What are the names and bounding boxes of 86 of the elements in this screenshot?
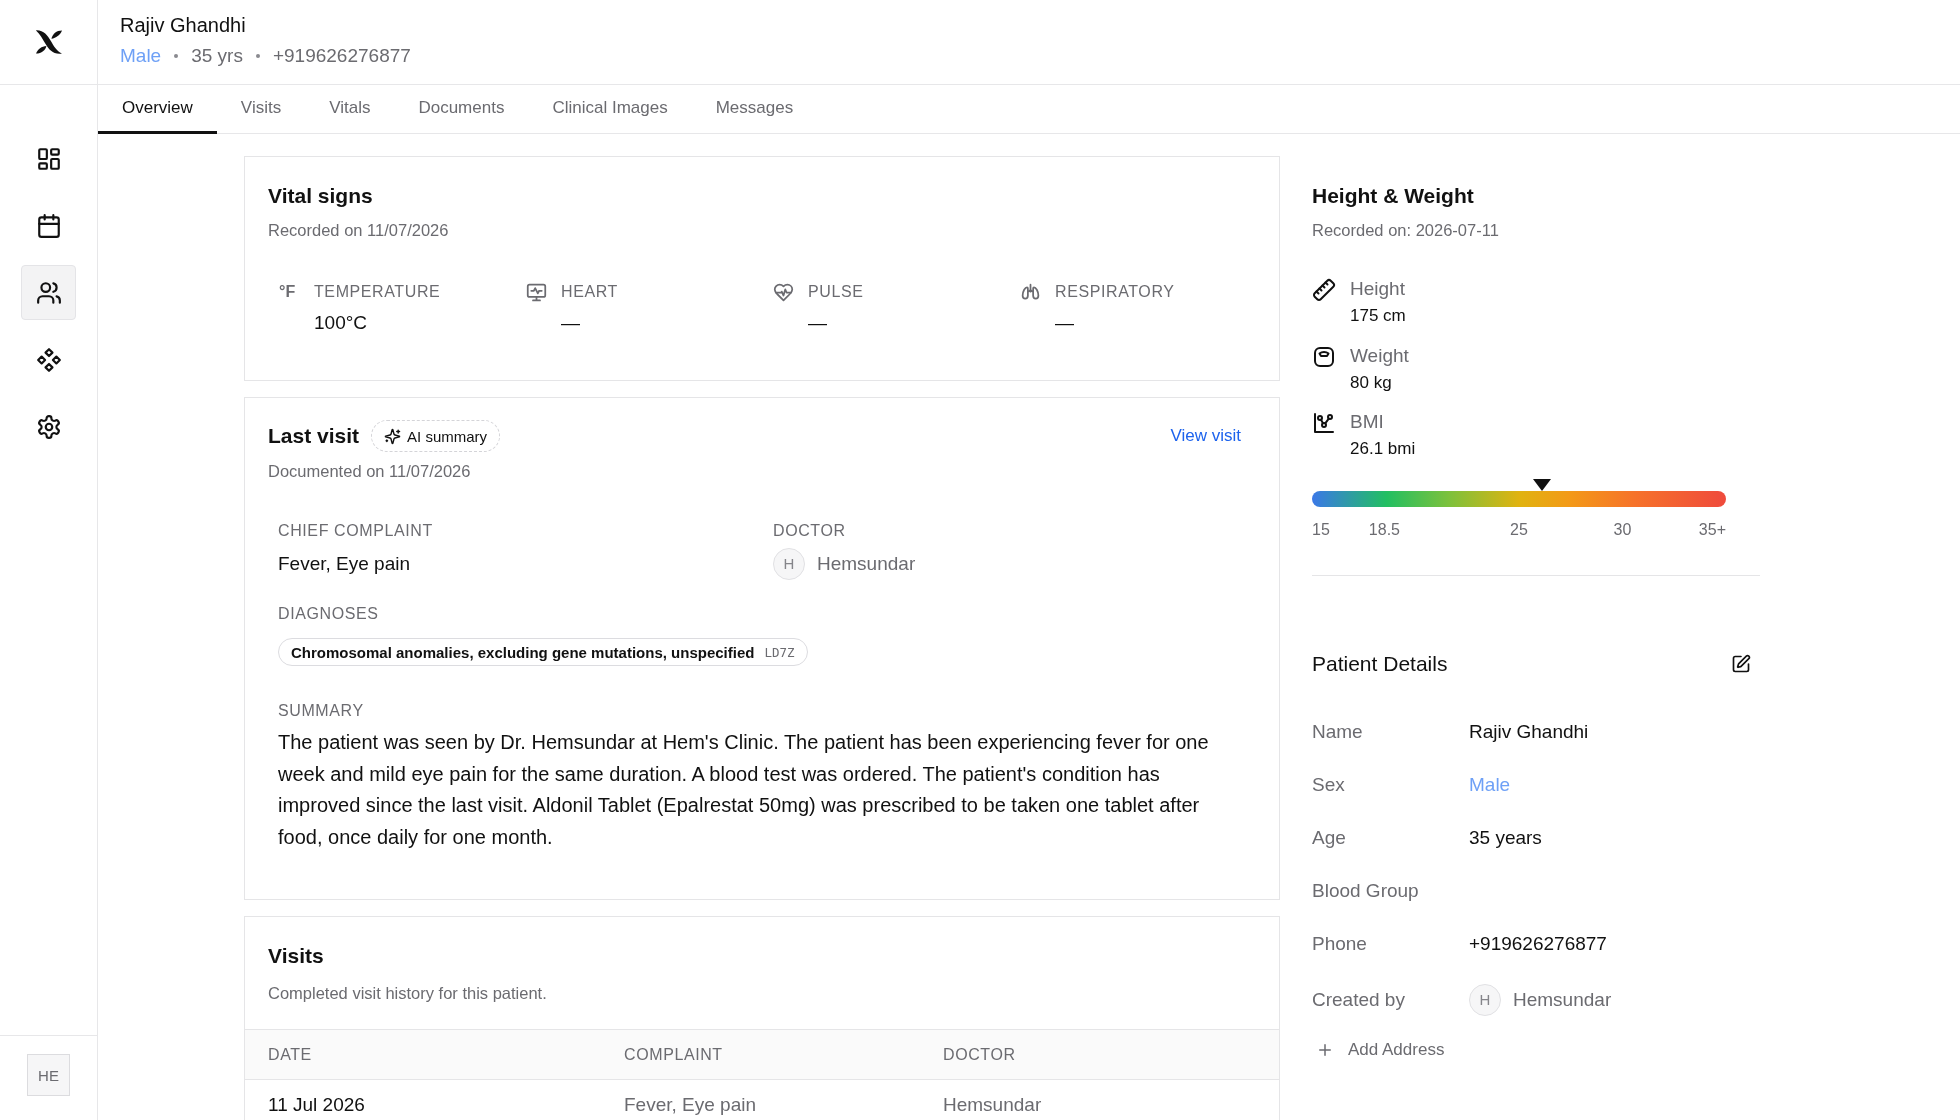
vital-label: PULSE <box>808 282 864 302</box>
field-label: Sex <box>1312 773 1345 797</box>
vital-label: HEART <box>561 282 618 302</box>
tab[interactable]: Clinical Images <box>528 85 692 134</box>
column-header: COMPLAINT <box>624 1044 723 1065</box>
ai-summary-button[interactable]: AI summary <box>371 420 501 452</box>
recorded-date: Recorded on: 2026-07-11 <box>1312 220 1500 241</box>
field-value: Rajiv Ghandhi <box>1469 720 1589 744</box>
measurement-value: 80 kg <box>1350 371 1392 394</box>
field-label: CHIEF COMPLAINT <box>278 521 434 541</box>
tab[interactable]: Vitals <box>305 85 395 134</box>
documented-date: Documented on 11/07/2026 <box>268 461 472 482</box>
field-label: DOCTOR <box>773 521 847 541</box>
separator-dot-icon <box>255 54 260 58</box>
field-label: Created by <box>1312 988 1405 1012</box>
field-label: Name <box>1312 720 1363 744</box>
avatar: H <box>1469 984 1501 1016</box>
scale-tick-label: 25 <box>1510 520 1528 540</box>
edit-icon <box>1731 654 1751 674</box>
scale-tick-label: 15 <box>1312 520 1330 540</box>
measurement-value: 175 cm <box>1350 305 1406 327</box>
person-name: Hemsundar <box>1513 988 1612 1012</box>
diagnosis-code: LD7Z <box>764 644 795 660</box>
panel-title: Patient Details <box>1312 651 1448 677</box>
diamonds-icon <box>35 346 62 373</box>
recorded-date: Recorded on 11/07/2026 <box>268 220 450 241</box>
vital-label: RESPIRATORY <box>1055 282 1175 302</box>
vital-value: — <box>561 311 580 335</box>
tab[interactable]: Visits <box>216 85 306 134</box>
patient-name: Rajiv Ghandhi <box>120 13 247 38</box>
measurement-value: 26.1 bmi <box>1350 438 1416 460</box>
column-header: DATE <box>268 1044 312 1065</box>
summary-text: The patient was seen by Dr. Hemsundar at Hem's Clinic. The patient has been experiencing fever for one week and mild eye pain for the same duration. A blood test was ordered. The patient's condition has improved since the last visit. Aldonil Tablet (Epalrestat 50mg) was prescribed to be taken one tablet after food, once daily for one month. <box>278 730 1210 851</box>
panel-title: Height & Weight <box>1312 183 1475 209</box>
weighing-scale-icon <box>1312 344 1336 369</box>
tab[interactable]: Documents <box>394 85 529 134</box>
card-title: Vital signs <box>268 183 374 209</box>
table-cell: Fever, Eye pain <box>624 1094 757 1116</box>
field-label: SUMMARY <box>278 701 365 721</box>
doctor-name: Hemsundar <box>817 552 916 576</box>
monitor-pulse-icon <box>526 281 547 303</box>
tab[interactable]: Messages <box>691 85 818 134</box>
grid-icon <box>35 145 62 172</box>
chief-complaint: Fever, Eye pain <box>278 552 412 576</box>
user-initials-avatar[interactable]: HE <box>27 1054 70 1096</box>
card-title: Visits <box>268 943 325 969</box>
patient-sex: Male <box>120 44 162 68</box>
settings-icon <box>35 413 62 440</box>
calendar-icon <box>35 212 62 239</box>
diagnosis-name: Chromosomal anomalies, excluding gene mutations, unspecified <box>291 643 755 661</box>
column-header: DOCTOR <box>943 1044 1016 1065</box>
separator-dot-icon <box>174 54 179 58</box>
card-subtitle: Completed visit history for this patient. <box>268 983 548 1004</box>
measurement-label: Weight <box>1350 343 1409 368</box>
field-value: Male <box>1469 773 1511 797</box>
vital-value: — <box>1055 311 1074 335</box>
add-address-button[interactable]: Add Address <box>1312 1038 1445 1062</box>
card-title: Last visit <box>268 423 360 449</box>
people-icon <box>35 279 62 306</box>
patient-phone: +919626276877 <box>272 44 411 68</box>
avatar: H <box>773 548 805 580</box>
field-label: Age <box>1312 826 1346 850</box>
edit-button[interactable] <box>1731 654 1751 674</box>
field-label: Phone <box>1312 932 1367 956</box>
patient-age: 35 yrs <box>191 44 243 68</box>
field-label: DIAGNOSES <box>278 604 380 624</box>
heart-pulse-icon <box>773 281 794 303</box>
tab[interactable]: Overview <box>98 85 217 134</box>
logo-icon <box>34 29 63 55</box>
field-label: Blood Group <box>1312 879 1419 903</box>
chart-icon <box>1312 411 1336 435</box>
sidebar-nav-button[interactable] <box>21 265 76 320</box>
scale-tick-label: 35+ <box>1698 520 1726 540</box>
ruler-icon <box>1312 278 1336 302</box>
vital-value: — <box>808 311 827 335</box>
table-cell: Hemsundar <box>943 1094 1042 1116</box>
scale-tick-label: 18.5 <box>1368 520 1400 540</box>
sparkles-icon <box>384 427 402 445</box>
view-visit-link[interactable]: View visit <box>1170 426 1241 446</box>
plus-icon <box>1316 1041 1334 1059</box>
scale-tick-label: 30 <box>1613 520 1632 540</box>
measurement-label: BMI <box>1350 410 1384 434</box>
measurement-label: Height <box>1350 277 1405 301</box>
table-cell: 11 Jul 2026 <box>268 1094 365 1116</box>
field-value: 35 years <box>1469 826 1542 850</box>
field-value: +919626276877 <box>1469 932 1607 956</box>
